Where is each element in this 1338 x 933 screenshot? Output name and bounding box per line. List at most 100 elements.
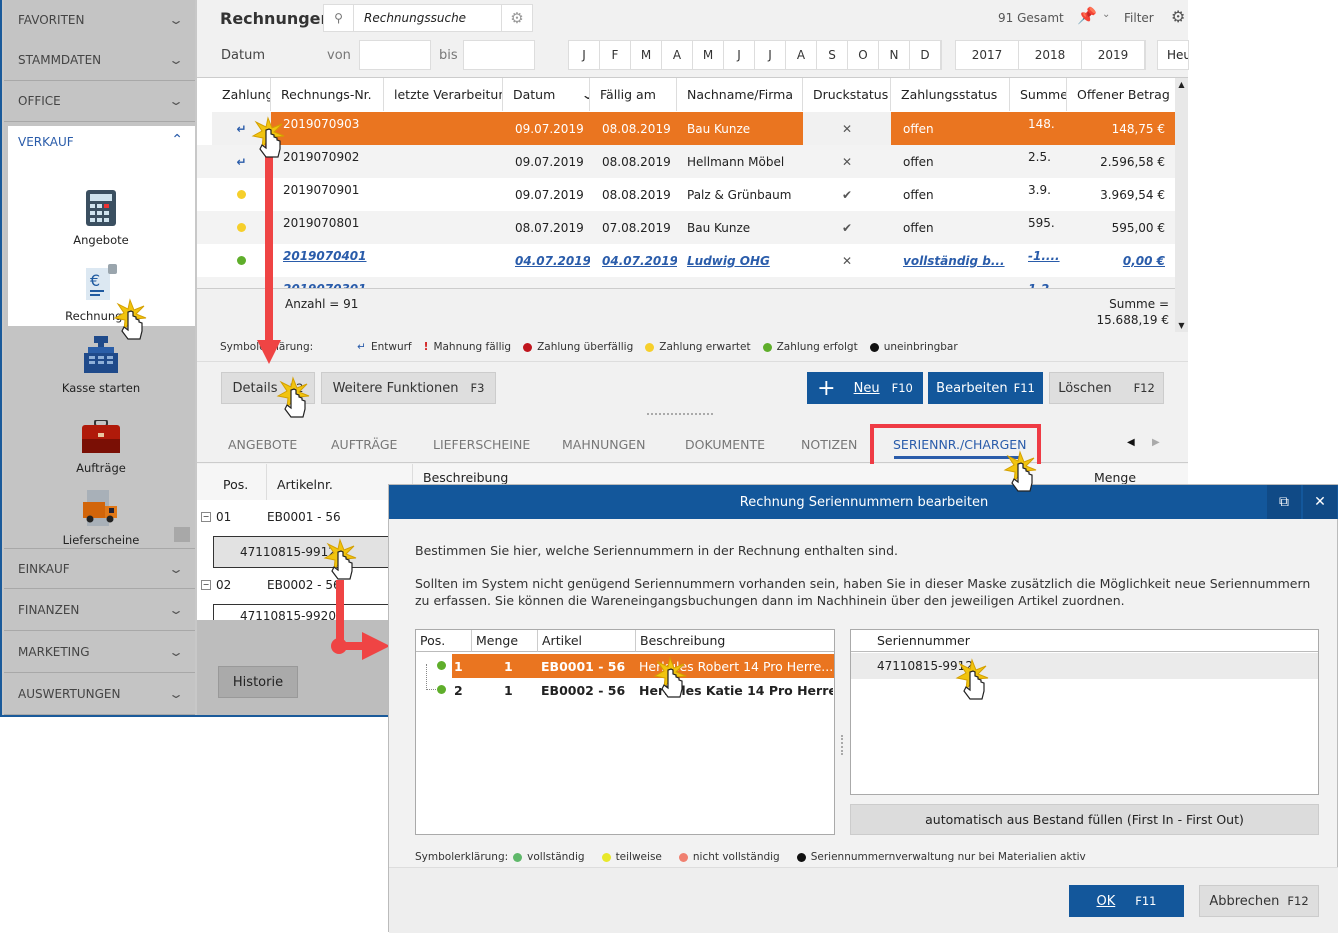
tab-mahnungen[interactable]: MAHNUNGEN <box>562 437 646 452</box>
month-button[interactable]: F <box>600 41 631 69</box>
splitter-handle[interactable] <box>647 413 713 416</box>
serial-number-row[interactable]: 47110815-9912 <box>851 653 1318 679</box>
shortcut-key: F10 <box>891 381 913 395</box>
column-header[interactable]: Beschreibung <box>636 630 834 652</box>
column-header[interactable]: Seriennummer <box>851 630 1318 652</box>
column-header[interactable]: Zahlung <box>212 78 271 111</box>
column-header[interactable]: Artikel <box>538 630 636 652</box>
year-button[interactable]: 2018 <box>1019 41 1082 69</box>
sidebar-section-office[interactable]: OFFICE ⌄ <box>4 81 195 122</box>
column-header[interactable]: Zahlungsstatus <box>891 78 1010 111</box>
column-header[interactable]: Druckstatus <box>803 78 891 111</box>
chevron-down-icon[interactable]: ⌄ <box>1102 9 1110 20</box>
sidebar-section-stammdaten[interactable]: STAMMDATEN ⌄ <box>4 40 195 81</box>
month-button[interactable]: J <box>724 41 755 69</box>
year-button[interactable]: 2019 <box>1082 41 1145 69</box>
table-row[interactable]: 2019070801 08.07.2019 07.08.2019 Bau Kunze ✔… <box>197 211 1175 244</box>
sidebar-section-marketing[interactable]: MARKETING ⌄ <box>4 632 195 673</box>
salmon-dot-icon <box>678 852 688 862</box>
ok-button[interactable]: OK F11 <box>1069 885 1184 917</box>
month-button[interactable]: M <box>631 41 662 69</box>
column-header[interactable]: Rechnungs-Nr. <box>271 78 384 111</box>
table-row[interactable]: ↵ 2019070903 09.07.2019 08.08.2019 Bau Kunze… <box>197 112 1175 145</box>
search-icon[interactable]: ⚲ <box>324 5 354 31</box>
item-label: Rechnungen <box>65 309 137 323</box>
dialog-titlebar[interactable]: Rechnung Seriennummern bearbeiten <box>389 485 1338 519</box>
serial-number-cell[interactable]: 47110815-9912 <box>213 536 393 568</box>
cell-artikel: EB0001 - 56 <box>541 658 626 674</box>
sidebar-item-auftraege[interactable]: Aufträge <box>26 419 176 475</box>
date-from-input[interactable] <box>359 40 431 70</box>
panel-splitter[interactable] <box>841 735 843 755</box>
tab-notizen[interactable]: NOTIZEN <box>801 437 857 452</box>
edit-button[interactable]: Bearbeiten F11 <box>928 372 1043 404</box>
section-label[interactable]: VERKAUF <box>18 135 74 149</box>
column-header[interactable]: Nachname/Firma <box>677 78 803 111</box>
column-header[interactable]: Pos. <box>197 464 267 500</box>
more-functions-button[interactable]: Weitere Funktionen F3 <box>321 372 496 404</box>
tab-angebote[interactable]: ANGEBOTE <box>228 437 297 452</box>
month-button[interactable]: O <box>848 41 879 69</box>
column-header[interactable]: Fällig am <box>590 78 677 111</box>
tab-scroll-right-icon[interactable]: ▶ <box>1152 437 1160 448</box>
column-header-datum[interactable]: Datum ⌄ <box>503 78 590 111</box>
close-icon[interactable]: ✕ <box>1303 485 1337 519</box>
column-header[interactable]: Menge <box>1094 470 1136 485</box>
month-button[interactable]: J <box>569 41 600 69</box>
delete-button[interactable]: Löschen F12 <box>1049 372 1164 404</box>
sidebar-section-einkauf[interactable]: EINKAUF ⌄ <box>4 548 195 589</box>
column-header[interactable]: Menge <box>472 630 538 652</box>
search-settings-gear-icon[interactable]: ⚙ <box>501 4 533 32</box>
scroll-down-icon[interactable]: ▼ <box>1175 321 1188 330</box>
popout-icon[interactable]: ⧉ <box>1267 485 1301 519</box>
month-button[interactable]: A <box>786 41 817 69</box>
month-button[interactable]: A <box>662 41 693 69</box>
collapse-toggle[interactable] <box>174 527 190 542</box>
pin-icon[interactable]: 📌 <box>1077 6 1097 25</box>
sidebar-item-angebote[interactable]: Angebote <box>26 190 176 247</box>
table-row[interactable]: 2019070901 09.07.2019 08.08.2019 Palz & Grü… <box>197 178 1175 211</box>
year-button[interactable]: 2017 <box>956 41 1019 69</box>
position-row[interactable]: 2 1 EB0002 - 56 Herkules Katie 14 Pro He… <box>416 678 834 702</box>
serial-number-cell[interactable]: 47110815-9920 <box>213 604 393 620</box>
chevron-up-icon[interactable]: ⌃ <box>171 132 183 148</box>
month-button[interactable]: J <box>755 41 786 69</box>
history-button[interactable]: Historie <box>218 666 298 698</box>
collapse-icon[interactable]: − <box>201 512 211 522</box>
column-header[interactable]: Pos. <box>416 630 472 652</box>
tab-auftraege[interactable]: AUFTRÄGE <box>331 437 397 452</box>
position-row[interactable]: 1 1 EB0001 - 56 Herkules Robert 14 Pro H… <box>416 654 834 678</box>
month-button[interactable]: M <box>693 41 724 69</box>
details-button[interactable]: Details F2 <box>221 372 315 404</box>
date-to-input[interactable] <box>463 40 535 70</box>
sidebar-item-rechnungen[interactable]: € Rechnungen <box>26 264 176 323</box>
date-label: Datum <box>221 48 265 63</box>
column-header[interactable]: Beschreibung <box>423 470 508 485</box>
column-header[interactable]: Summe <box>1010 78 1067 111</box>
cancel-button[interactable]: Abbrechen F12 <box>1199 885 1319 917</box>
new-button[interactable]: + Neu F10 <box>807 372 923 404</box>
collapse-icon[interactable]: − <box>201 580 211 590</box>
month-button[interactable]: D <box>910 41 941 69</box>
sidebar-section-finanzen[interactable]: FINANZEN ⌄ <box>4 590 195 631</box>
table-row[interactable]: ↵ 2019070902 09.07.2019 08.08.2019 Hellmann … <box>197 145 1175 178</box>
today-button[interactable]: Heute <box>1157 40 1189 70</box>
sidebar-item-lieferscheine[interactable]: Lieferscheine <box>26 490 176 547</box>
tab-lieferscheine[interactable]: LIEFERSCHEINE <box>433 437 530 452</box>
scroll-up-icon[interactable]: ▲ <box>1175 80 1188 89</box>
column-header[interactable]: letzte Verarbeitung <box>384 78 503 111</box>
column-header[interactable]: Offener Betrag <box>1067 78 1175 111</box>
tab-scroll-left-icon[interactable]: ◀ <box>1127 437 1135 448</box>
sidebar-item-kasse[interactable]: Kasse starten <box>26 336 176 395</box>
filter-button[interactable]: Filter <box>1124 11 1154 25</box>
tab-dokumente[interactable]: DOKUMENTE <box>685 437 765 452</box>
sidebar-section-auswertungen[interactable]: AUSWERTUNGEN ⌄ <box>4 674 195 715</box>
search-input[interactable]: Rechnungssuche <box>354 11 466 25</box>
month-button[interactable]: N <box>879 41 910 69</box>
autofill-fifo-button[interactable]: automatisch aus Bestand füllen (First In… <box>850 804 1319 835</box>
table-row[interactable]: 2019070401 04.07.2019 04.07.2019 Ludwig OHG… <box>197 244 1175 277</box>
month-button[interactable]: S <box>817 41 848 69</box>
gear-icon[interactable]: ⚙ <box>1171 7 1185 26</box>
grid-scrollbar[interactable]: ▲ ▼ <box>1175 78 1188 332</box>
sidebar-section-favoriten[interactable]: FAVORITEN ⌄ <box>4 0 195 41</box>
